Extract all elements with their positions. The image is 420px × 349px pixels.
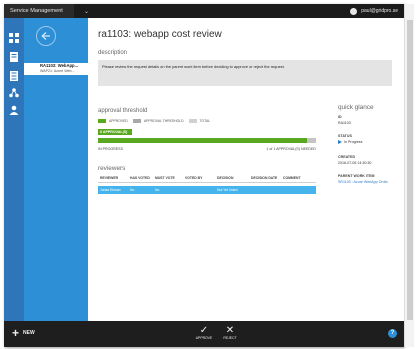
page-title: ra1103: webapp cost review [98,29,222,40]
qg-created-label: CREATED [338,155,356,159]
col-has-voted[interactable]: HAS VOTED [130,176,155,182]
nav-item-subtitle: WAP21: Azure Web... [40,69,75,73]
approved-swatch [98,119,106,123]
person-icon[interactable] [9,102,19,115]
new-button[interactable]: + NEW [12,326,35,340]
checkmark-icon: ✓ [199,325,209,336]
reviewers-heading: reviewers [98,165,126,172]
qg-parent-label: PARENT WORK ITEM [338,174,375,178]
col-decision-date[interactable]: DECISION DATE [251,176,283,182]
document-icon[interactable] [9,49,19,62]
user-email: paul@gridpro.se [361,8,398,14]
new-label: NEW [23,330,35,336]
legend-approved: APPROVED [109,119,128,123]
cell-reviewer: Jonas Ekman [100,188,121,192]
play-icon [338,140,342,144]
col-reviewer[interactable]: REVIEWER [98,176,130,182]
description-heading: description [98,50,128,56]
qg-created-value: 2016-07-05 14:30:30 [338,161,372,165]
navigation-panel: RA1103: WebApp... WAP21: Azure Web... [24,18,88,321]
qg-status-value: In Progress [344,140,363,144]
nav-item-ra1103[interactable]: RA1103: WebApp... WAP21: Azure Web... [24,63,88,75]
approval-progress-fill [98,138,308,143]
list-icon[interactable] [9,68,19,81]
col-decision[interactable]: DECISION [217,176,251,182]
screen: Service Management Portal ⌄ paul@gridpro… [0,0,420,349]
top-bar: Service Management Portal ⌄ paul@gridpro… [4,4,404,28]
cell-has-voted: No [130,188,135,192]
threshold-legend: APPROVED APPROVAL THRESHOLD TOTAL [98,119,210,123]
qg-status-label: STATUS [338,134,352,138]
description-box: Please review the request details on the… [98,60,392,86]
quick-glance-heading: quick glance [338,104,374,111]
threshold-swatch [132,119,141,123]
qg-parent-link[interactable]: SR1100 : Azure WebApp Order [338,180,388,184]
legend-threshold: APPROVAL THRESHOLD [143,119,184,123]
left-rail [4,18,24,321]
reject-button[interactable]: ✕ REJECT [218,325,242,340]
col-must-vote[interactable]: MUST VOTE [155,176,185,182]
qg-id-value: RA1103 [338,121,351,125]
progress-status: IN PROGRESS [98,147,123,151]
approvals-badge: 0 APPROVAL(S) [98,129,132,135]
qg-id-label: ID [338,115,342,119]
scrollbar-thumb[interactable] [407,20,413,320]
total-swatch [188,119,197,123]
cell-decision: Not Yet Voted [217,188,238,192]
chevron-down-icon[interactable]: ⌄ [84,8,89,15]
reviewers-table-header: REVIEWER HAS VOTED MUST VOTE VOTED BY DE… [98,176,316,183]
user-circle-icon [350,7,358,15]
grid-icon[interactable] [9,30,19,43]
approval-threshold-heading: approval threshold [98,108,148,114]
legend-total: TOTAL [199,119,211,123]
arrow-left-icon [41,32,50,40]
cell-must-vote: No [155,188,160,192]
back-button[interactable] [36,26,56,46]
col-comment[interactable]: COMMENT [283,176,316,182]
portal-window: Service Management Portal ⌄ paul@gridpro… [4,4,404,347]
progress-count: 1 of 1 APPROVAL(S) NEEDED [266,147,316,151]
qg-status: In Progress [338,140,362,144]
user-menu[interactable]: paul@gridpro.se [350,4,398,18]
main-content: ra1103: webapp cost review description P… [88,18,404,321]
page-scrollbar[interactable] [404,4,414,347]
close-icon: ✕ [225,325,235,336]
network-icon[interactable] [9,85,19,98]
portal-title[interactable]: Service Management Portal [4,4,74,28]
reject-label: REJECT [223,336,237,340]
plus-icon: + [12,326,20,340]
approve-label: APPROVE [195,336,213,340]
table-row[interactable]: Jonas Ekman No No Not Yet Voted [98,186,316,194]
approval-progress-track [98,138,316,143]
approve-button[interactable]: ✓ APPROVE [192,325,216,340]
help-button[interactable]: ? [388,329,397,338]
col-voted-by[interactable]: VOTED BY [185,176,217,182]
command-bar: + NEW ✓ APPROVE ✕ REJECT ? [4,321,404,347]
